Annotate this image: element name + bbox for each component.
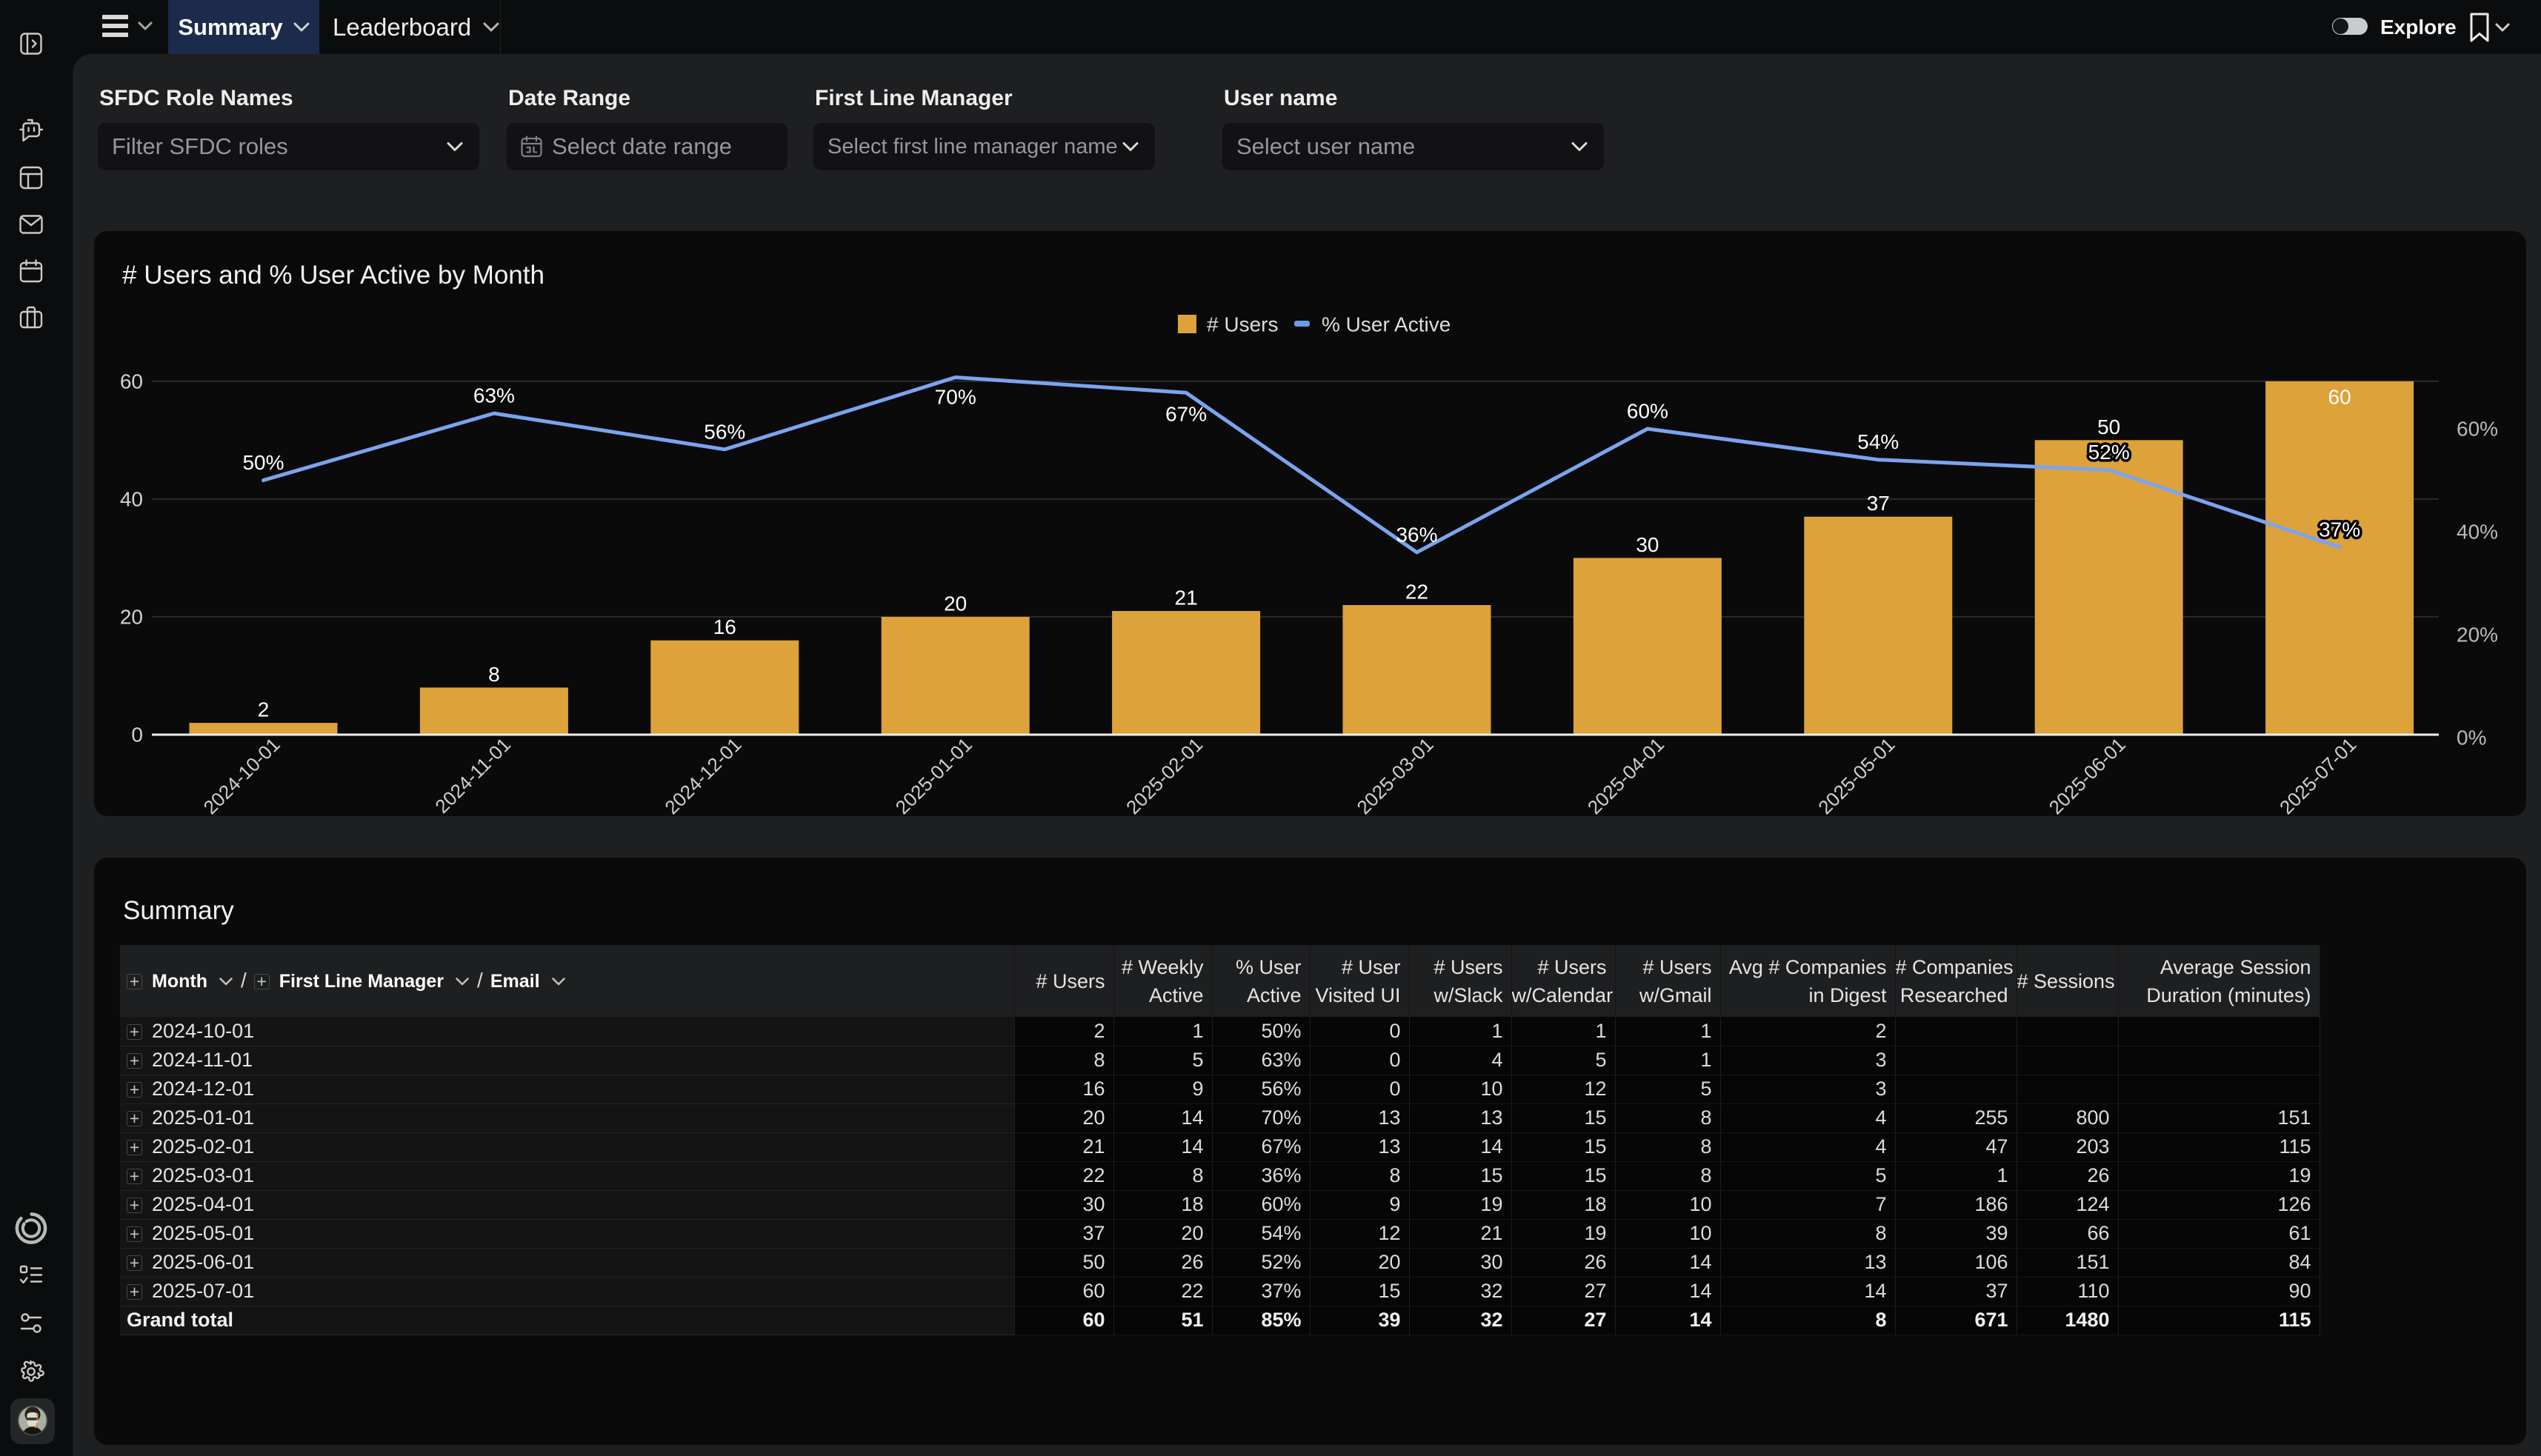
svg-text:37: 37: [1867, 492, 1890, 515]
svg-text:2025-04-01: 2025-04-01: [1583, 733, 1668, 816]
svg-text:22: 22: [1405, 581, 1428, 604]
svg-text:8: 8: [488, 663, 500, 686]
svg-text:50%: 50%: [242, 451, 284, 474]
svg-text:50: 50: [2097, 415, 2120, 438]
svg-text:40%: 40%: [2457, 521, 2498, 544]
svg-text:2024-10-01: 2024-10-01: [199, 733, 284, 816]
svg-text:56%: 56%: [704, 420, 745, 443]
svg-text:30: 30: [1636, 533, 1659, 556]
svg-text:40: 40: [120, 487, 143, 510]
svg-text:20: 20: [944, 592, 967, 615]
svg-text:2025-01-01: 2025-01-01: [891, 733, 976, 816]
svg-text:2025-03-01: 2025-03-01: [1352, 733, 1437, 816]
svg-text:37%: 37%: [2319, 518, 2360, 541]
svg-text:% User Active: % User Active: [1322, 313, 1451, 336]
svg-text:67%: 67%: [1165, 403, 1207, 426]
svg-text:60%: 60%: [2457, 418, 2498, 441]
svg-text:2025-02-01: 2025-02-01: [1122, 733, 1207, 816]
svg-text:70%: 70%: [935, 386, 976, 409]
svg-text:60: 60: [120, 370, 143, 393]
svg-text:0: 0: [131, 724, 143, 747]
svg-text:0%: 0%: [2457, 727, 2486, 749]
svg-text:52%: 52%: [2088, 441, 2130, 464]
svg-text:16: 16: [713, 615, 736, 638]
svg-text:# Users: # Users: [1207, 313, 1278, 336]
svg-text:21: 21: [1175, 587, 1198, 610]
svg-text:2: 2: [258, 698, 270, 721]
svg-text:2024-12-01: 2024-12-01: [660, 733, 745, 816]
svg-text:20%: 20%: [2457, 624, 2498, 647]
svg-text:63%: 63%: [473, 384, 515, 407]
svg-text:2025-05-01: 2025-05-01: [1814, 733, 1899, 816]
svg-text:20: 20: [120, 605, 143, 628]
svg-text:2025-07-01: 2025-07-01: [2275, 733, 2360, 816]
svg-text:2024-11-01: 2024-11-01: [430, 733, 515, 816]
svg-text:2025-06-01: 2025-06-01: [2045, 733, 2130, 816]
svg-text:54%: 54%: [1857, 430, 1899, 453]
svg-text:60%: 60%: [1627, 400, 1668, 423]
svg-text:36%: 36%: [1396, 523, 1437, 546]
svg-text:60: 60: [2328, 385, 2351, 408]
